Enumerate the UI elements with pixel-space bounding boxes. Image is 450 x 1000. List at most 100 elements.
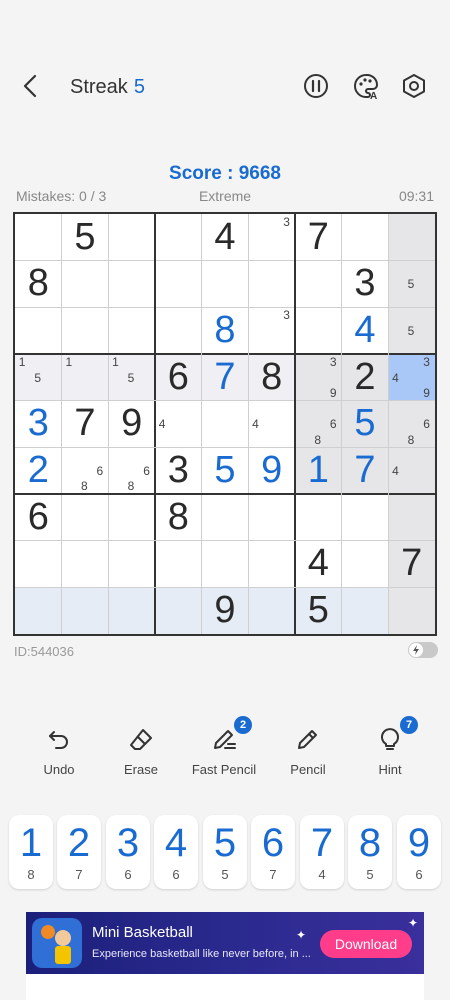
sudoku-cell[interactable]: 5: [341, 400, 389, 448]
sudoku-cell[interactable]: 8: [15, 261, 62, 308]
sudoku-cell[interactable]: 5: [295, 587, 342, 634]
sudoku-cell[interactable]: [62, 494, 109, 541]
sudoku-cell[interactable]: 1: [295, 447, 342, 494]
grid-line: [15, 446, 435, 448]
sudoku-cell[interactable]: 3: [342, 261, 389, 308]
sudoku-cell[interactable]: [155, 261, 202, 308]
sudoku-cell[interactable]: 6: [155, 354, 202, 401]
sudoku-cell[interactable]: 2: [341, 354, 389, 401]
pencil-note: 4: [252, 417, 259, 432]
sudoku-cell[interactable]: 9: [201, 587, 249, 634]
undo-button[interactable]: Undo: [19, 726, 99, 777]
sudoku-cell[interactable]: [108, 587, 155, 634]
sudoku-cell[interactable]: [295, 307, 342, 354]
number-key-9[interactable]: 96: [397, 815, 441, 889]
sudoku-cell[interactable]: [388, 587, 435, 634]
sudoku-cell[interactable]: [15, 587, 62, 634]
sudoku-cell[interactable]: [342, 541, 389, 588]
sudoku-cell[interactable]: [248, 261, 295, 308]
number-key-2[interactable]: 27: [57, 815, 101, 889]
pause-button[interactable]: [302, 72, 330, 100]
sudoku-cell[interactable]: [388, 494, 435, 541]
sudoku-cell[interactable]: [202, 261, 249, 308]
sparkle-icon: ✦: [408, 916, 419, 930]
sudoku-cell[interactable]: 7: [341, 447, 389, 494]
grid-line: [15, 586, 435, 588]
sudoku-cell[interactable]: 3: [15, 401, 62, 448]
fast-pencil-button[interactable]: 2 Fast Pencil: [184, 716, 264, 777]
ad-app-icon: [32, 918, 82, 968]
sudoku-cell[interactable]: [295, 494, 342, 541]
sudoku-cell[interactable]: 9: [248, 447, 295, 494]
sudoku-cell[interactable]: [15, 214, 62, 261]
settings-hexagon-icon: [403, 74, 425, 98]
sudoku-cell[interactable]: [388, 214, 435, 261]
sudoku-cell[interactable]: [248, 494, 295, 541]
number-key-1[interactable]: 18: [9, 815, 53, 889]
sudoku-cell[interactable]: [202, 401, 249, 448]
sudoku-cell[interactable]: [108, 307, 155, 354]
theme-button[interactable]: A: [352, 72, 380, 102]
sudoku-cell[interactable]: [108, 494, 155, 541]
sudoku-cell[interactable]: [61, 587, 109, 634]
number-key-4[interactable]: 46: [154, 815, 198, 889]
sudoku-cell[interactable]: [248, 541, 295, 588]
sudoku-cell[interactable]: [341, 587, 389, 634]
sudoku-cell[interactable]: [108, 261, 155, 308]
sudoku-cell[interactable]: [108, 214, 155, 261]
back-button[interactable]: [18, 72, 44, 100]
sudoku-cell[interactable]: 7: [201, 354, 249, 401]
grid-line: [294, 214, 296, 634]
sudoku-cell[interactable]: 7: [295, 214, 342, 261]
ad-download-button[interactable]: Download: [320, 930, 412, 958]
sudoku-cell[interactable]: 8: [202, 307, 249, 354]
sudoku-cell[interactable]: 2: [15, 447, 62, 494]
sudoku-cell[interactable]: [108, 541, 155, 588]
grid-line: [15, 400, 435, 402]
hint-button[interactable]: 7 Hint: [350, 716, 430, 777]
fast-mode-toggle[interactable]: [408, 642, 438, 658]
sudoku-cell[interactable]: 5: [202, 447, 249, 494]
sudoku-cell[interactable]: [202, 494, 249, 541]
sudoku-cell[interactable]: 6: [15, 494, 62, 541]
back-arrow-icon: [23, 74, 37, 98]
erase-button[interactable]: Erase: [101, 726, 181, 777]
sudoku-cell[interactable]: 9: [108, 401, 155, 448]
puzzle-id: ID:544036: [14, 644, 74, 659]
sudoku-cell[interactable]: 3: [155, 447, 202, 494]
number-key-6[interactable]: 67: [251, 815, 295, 889]
sudoku-cell[interactable]: 8: [248, 354, 295, 401]
sudoku-cell[interactable]: [155, 307, 202, 354]
sudoku-cell[interactable]: [295, 261, 342, 308]
sudoku-cell[interactable]: [248, 587, 295, 634]
sudoku-cell[interactable]: [62, 541, 109, 588]
number-key-5[interactable]: 55: [203, 815, 247, 889]
sudoku-cell[interactable]: 5: [62, 214, 109, 261]
sudoku-cell[interactable]: 8: [155, 494, 202, 541]
sudoku-cell[interactable]: [155, 587, 202, 634]
sudoku-cell[interactable]: 4: [342, 307, 389, 354]
number-key-3[interactable]: 36: [106, 815, 150, 889]
undo-label: Undo: [43, 762, 75, 777]
sudoku-cell[interactable]: 4: [202, 214, 249, 261]
sudoku-cell[interactable]: 7: [388, 540, 435, 588]
sudoku-cell[interactable]: [202, 541, 249, 588]
sudoku-cell[interactable]: [15, 541, 62, 588]
sudoku-cell[interactable]: [62, 307, 109, 354]
sudoku-cell[interactable]: [342, 214, 389, 261]
sudoku-cell[interactable]: [62, 261, 109, 308]
pencil-button[interactable]: Pencil: [268, 726, 348, 777]
sudoku-cell[interactable]: [342, 494, 389, 541]
settings-button[interactable]: [400, 72, 428, 100]
sudoku-cell[interactable]: 4: [295, 541, 342, 588]
sudoku-cell[interactable]: [15, 307, 62, 354]
ad-banner[interactable]: Mini Basketball Experience basketball li…: [26, 912, 424, 974]
grid-line: [15, 306, 435, 308]
number-key-7[interactable]: 74: [300, 815, 344, 889]
sudoku-cell[interactable]: [155, 214, 202, 261]
sudoku-cell[interactable]: [155, 541, 202, 588]
grid-line: [154, 214, 156, 634]
sudoku-cell[interactable]: 7: [62, 401, 109, 448]
pencil-note: 8: [314, 432, 322, 447]
number-key-8[interactable]: 85: [348, 815, 392, 889]
